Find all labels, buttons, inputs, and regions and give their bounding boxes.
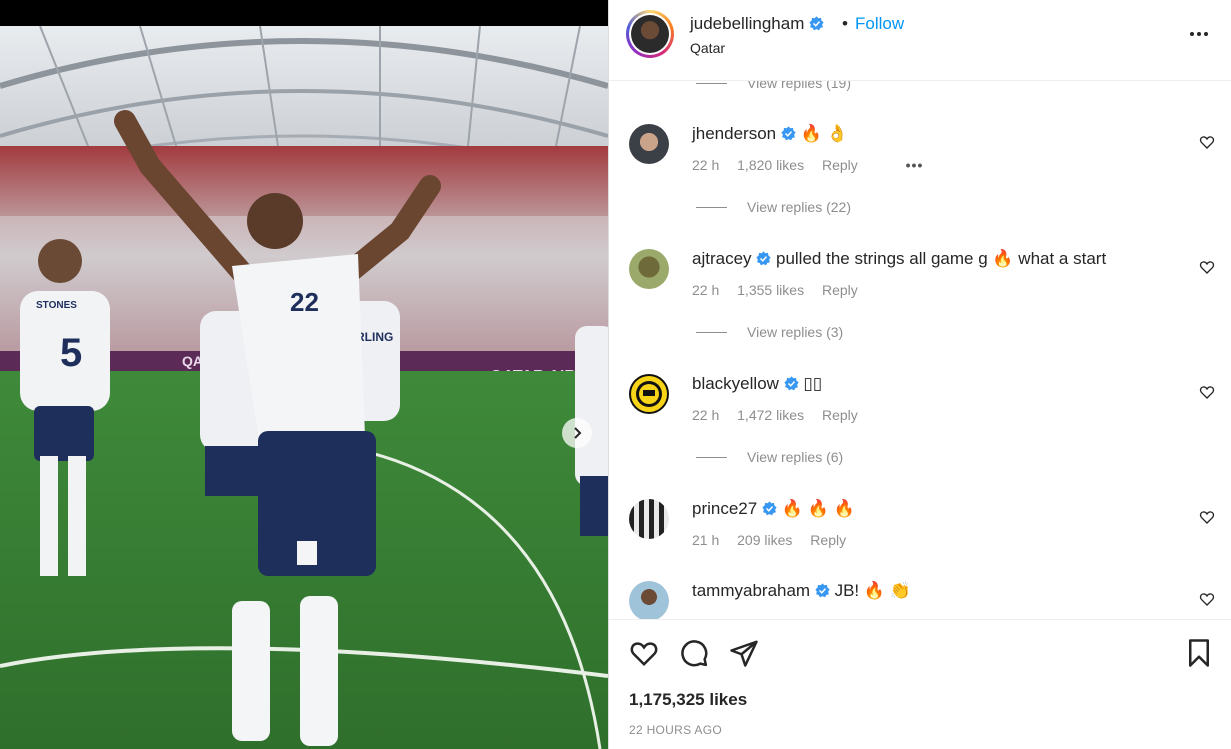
verified-badge-icon bbox=[762, 501, 777, 516]
verified-badge-icon bbox=[781, 126, 796, 141]
header-separator: • bbox=[842, 14, 848, 33]
view-replies-label: View replies (3) bbox=[747, 324, 844, 340]
comment-item: jhenderson 🔥 👌 22 h 1,820 likes Reply ••… bbox=[629, 124, 1229, 204]
comment-time[interactable]: 22 h bbox=[692, 407, 719, 423]
post-timestamp[interactable]: 22 HOURS AGO bbox=[629, 723, 722, 737]
comment-time[interactable]: 22 h bbox=[692, 282, 719, 298]
heart-icon[interactable] bbox=[1199, 134, 1215, 150]
heart-icon[interactable] bbox=[1199, 509, 1215, 525]
bookmark-icon[interactable] bbox=[1184, 638, 1214, 668]
comment-text: 🔥 👌 bbox=[800, 124, 848, 143]
share-icon[interactable] bbox=[729, 638, 759, 668]
commenter-avatar[interactable] bbox=[629, 124, 669, 164]
heart-icon[interactable] bbox=[1199, 384, 1215, 400]
bvb-logo-icon bbox=[636, 381, 662, 407]
comment-likes[interactable]: 1,820 likes bbox=[737, 157, 804, 173]
comment-meta: 21 h 209 likes Reply bbox=[692, 532, 860, 548]
comment-likes[interactable]: 209 likes bbox=[737, 532, 792, 548]
commenter-username[interactable]: jhenderson bbox=[692, 124, 776, 143]
post-location[interactable]: Qatar bbox=[690, 40, 725, 56]
view-replies-label: View replies (22) bbox=[747, 199, 852, 215]
heart-icon[interactable] bbox=[1199, 591, 1215, 607]
reply-button[interactable]: Reply bbox=[810, 532, 846, 548]
view-replies-label: View replies (19) bbox=[747, 81, 852, 91]
commenter-username[interactable]: blackyellow bbox=[692, 374, 779, 393]
comment-text: 🔥 🔥 🔥 bbox=[781, 499, 855, 518]
reply-button[interactable]: Reply bbox=[822, 407, 858, 423]
post-media[interactable]: QATAR AIRWAYS QA STONES 5 ERLING bbox=[0, 0, 608, 749]
comment-item: tammyabraham JB! 🔥 👏 bbox=[629, 581, 1229, 619]
view-replies-button[interactable]: View replies (22) bbox=[696, 199, 851, 215]
comment-text: ▯▯ bbox=[803, 374, 823, 393]
post-info-panel: judebellingham • Follow Qatar View repli… bbox=[608, 0, 1231, 749]
follow-button[interactable]: Follow bbox=[855, 14, 904, 34]
jersey-number-stones: 5 bbox=[60, 331, 82, 375]
comment-likes[interactable]: 1,472 likes bbox=[737, 407, 804, 423]
jersey-number-jude: 22 bbox=[290, 287, 319, 317]
comment-item: prince27 🔥 🔥 🔥 21 h 209 likes Reply bbox=[629, 499, 1229, 579]
commenter-avatar[interactable] bbox=[629, 374, 669, 414]
comment-item: blackyellow ▯▯ 22 h 1,472 likes Reply bbox=[629, 374, 1229, 454]
heart-icon[interactable] bbox=[629, 638, 659, 668]
commenter-avatar[interactable] bbox=[629, 499, 669, 539]
heart-icon[interactable] bbox=[1199, 259, 1215, 275]
commenter-avatar[interactable] bbox=[629, 249, 669, 289]
comment-text: pulled the strings all game g 🔥 what a s… bbox=[776, 249, 1107, 268]
comment-options-button[interactable]: ••• bbox=[906, 157, 924, 173]
comment-likes[interactable]: 1,355 likes bbox=[737, 282, 804, 298]
verified-badge-icon bbox=[809, 16, 824, 31]
comment-item: ajtracey pulled the strings all game g 🔥… bbox=[629, 249, 1229, 329]
verified-badge-icon bbox=[784, 376, 799, 391]
author-username-link[interactable]: judebellingham bbox=[690, 14, 824, 34]
comment-time[interactable]: 21 h bbox=[692, 532, 719, 548]
verified-badge-icon bbox=[756, 251, 771, 266]
author-username[interactable]: judebellingham bbox=[690, 14, 804, 33]
view-replies-button[interactable]: View replies (6) bbox=[696, 449, 843, 465]
commenter-username[interactable]: prince27 bbox=[692, 499, 757, 518]
view-replies-label: View replies (6) bbox=[747, 449, 844, 465]
likes-count[interactable]: 1,175,325 likes bbox=[629, 690, 747, 710]
post-photo[interactable]: QATAR AIRWAYS QA STONES 5 ERLING bbox=[0, 26, 608, 749]
media-top-bar bbox=[0, 0, 608, 26]
carousel-next-button[interactable] bbox=[562, 418, 592, 448]
more-options-icon[interactable] bbox=[1187, 22, 1211, 46]
comments-list[interactable]: View replies (19) jhenderson 🔥 👌 22 h 1,… bbox=[609, 81, 1231, 619]
reply-button[interactable]: Reply bbox=[822, 157, 858, 173]
comment-meta: 22 h 1,472 likes Reply bbox=[692, 407, 872, 423]
comment-meta: 22 h 1,355 likes Reply bbox=[692, 282, 872, 298]
commenter-avatar[interactable] bbox=[629, 581, 669, 619]
comment-time[interactable]: 22 h bbox=[692, 157, 719, 173]
post-header: judebellingham • Follow Qatar bbox=[609, 0, 1231, 81]
commenter-username[interactable]: tammyabraham bbox=[692, 581, 810, 600]
commenter-username[interactable]: ajtracey bbox=[692, 249, 752, 268]
reply-button[interactable]: Reply bbox=[822, 282, 858, 298]
author-avatar[interactable] bbox=[626, 10, 674, 58]
jersey-name-stones: STONES bbox=[36, 300, 77, 311]
view-replies-button[interactable]: View replies (19) bbox=[696, 81, 851, 91]
chevron-right-icon bbox=[574, 427, 582, 439]
ad-board-text-2: QA bbox=[182, 353, 203, 369]
comment-meta: 22 h 1,820 likes Reply ••• bbox=[692, 157, 937, 173]
comment-text: JB! 🔥 👏 bbox=[834, 581, 911, 600]
post-actions: 1,175,325 likes 22 HOURS AGO bbox=[609, 619, 1231, 749]
view-replies-button[interactable]: View replies (3) bbox=[696, 324, 843, 340]
comment-icon[interactable] bbox=[679, 638, 709, 668]
verified-badge-icon bbox=[815, 583, 830, 598]
